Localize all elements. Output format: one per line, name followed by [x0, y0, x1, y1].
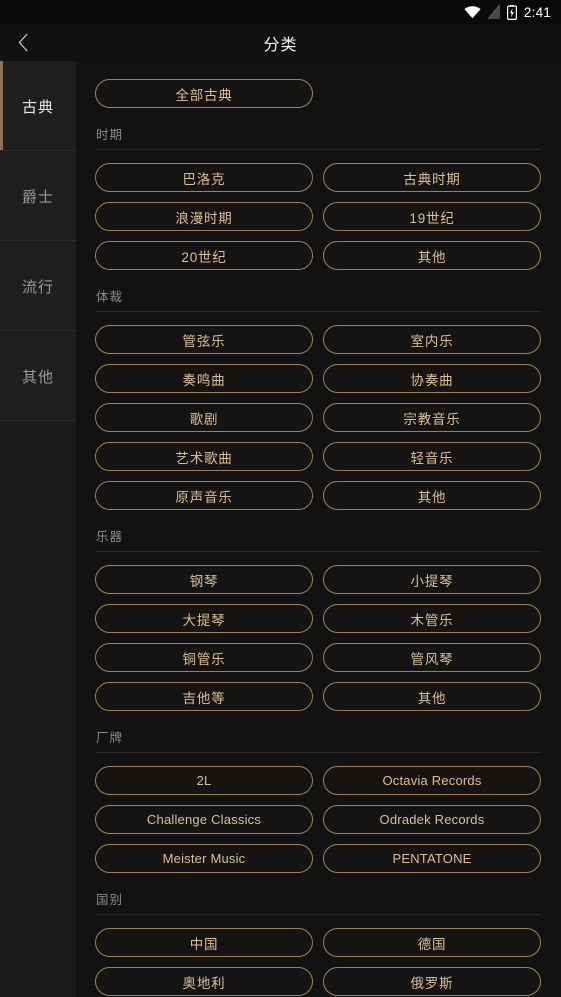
- section-divider: [95, 914, 541, 915]
- filter-sections: 时期 巴洛克 古典时期 浪漫时期 19世纪 20世纪 其他 体裁 管弦乐 室内乐 奏鸣曲 协奏曲 歌剧宗…: [95, 108, 541, 996]
- filter-chip[interactable]: 19世纪: [323, 202, 541, 231]
- filter-chip[interactable]: 钢琴: [95, 565, 313, 594]
- filter-chip[interactable]: 浪漫时期: [95, 202, 313, 231]
- section-divider: [95, 752, 541, 753]
- filter-chip[interactable]: 2L: [95, 766, 313, 795]
- filter-chip[interactable]: 小提琴: [323, 565, 541, 594]
- chevron-left-icon: [18, 33, 29, 52]
- filter-chip[interactable]: 原声音乐: [95, 481, 313, 510]
- sidebar-item-label: 其他: [21, 368, 54, 386]
- section-label: 体裁: [96, 290, 124, 304]
- filter-chip[interactable]: 室内乐: [323, 325, 541, 354]
- sidebar-item-pop[interactable]: 流行: [0, 241, 76, 331]
- page-title: 分类: [263, 36, 298, 54]
- sidebar-item-label: 爵士: [21, 188, 54, 206]
- section-chip-grid: 中国 德国 奥地利 俄罗斯: [95, 928, 541, 996]
- filter-chip[interactable]: Octavia Records: [323, 766, 541, 795]
- sidebar-filler: [0, 422, 76, 997]
- category-sidebar: 古典 爵士 流行 其他: [0, 61, 76, 997]
- filter-chip[interactable]: 歌剧: [95, 403, 313, 432]
- section-divider: [95, 311, 541, 312]
- all-classical-group: 全部古典: [95, 61, 541, 108]
- sidebar-item-other[interactable]: 其他: [0, 331, 76, 421]
- filter-chip[interactable]: 俄罗斯: [323, 967, 541, 996]
- section-label: 国别: [96, 893, 124, 907]
- filter-chip[interactable]: 德国: [323, 928, 541, 957]
- section-divider: [95, 551, 541, 552]
- section-chip-grid: 钢琴 小提琴 大提琴 木管乐 铜管乐 管风琴 吉他等 其他: [95, 565, 541, 711]
- sidebar-item-jazz[interactable]: 爵士: [0, 151, 76, 241]
- filter-chip[interactable]: 铜管乐: [95, 643, 313, 672]
- filter-chip[interactable]: Challenge Classics: [95, 805, 313, 834]
- section-label: 厂牌: [96, 731, 124, 745]
- filter-chip[interactable]: 其他: [323, 682, 541, 711]
- signal-off-icon: [487, 5, 500, 19]
- sidebar-item-label: 流行: [21, 278, 54, 296]
- section-label: 时期: [96, 128, 124, 142]
- filter-chip[interactable]: 古典时期: [323, 163, 541, 192]
- filter-chip[interactable]: 中国: [95, 928, 313, 957]
- section-chip-grid: 管弦乐 室内乐 奏鸣曲 协奏曲 歌剧 宗教音乐 艺术歌曲 轻音乐 原声音乐 其他: [95, 325, 541, 510]
- filter-panel: 全部古典 时期 巴洛克 古典时期 浪漫时期 19世纪 20世纪 其他 体裁 管弦乐 室内乐 奏鸣曲协…: [76, 61, 561, 997]
- status-bar: 2:41: [0, 0, 561, 24]
- filter-chip[interactable]: 其他: [323, 241, 541, 270]
- section-divider: [95, 149, 541, 150]
- filter-chip[interactable]: 吉他等: [95, 682, 313, 711]
- section-chip-grid: 巴洛克 古典时期 浪漫时期 19世纪 20世纪 其他: [95, 163, 541, 270]
- wifi-icon: [464, 5, 481, 19]
- filter-chip[interactable]: 木管乐: [323, 604, 541, 633]
- filter-chip[interactable]: 奥地利: [95, 967, 313, 996]
- filter-chip[interactable]: 巴洛克: [95, 163, 313, 192]
- app-bar: 分类: [0, 24, 561, 61]
- filter-chip[interactable]: Meister Music: [95, 844, 313, 873]
- filter-chip[interactable]: PENTATONE: [323, 844, 541, 873]
- filter-chip[interactable]: 20世纪: [95, 241, 313, 270]
- filter-chip[interactable]: 轻音乐: [323, 442, 541, 471]
- section-label: 乐器: [96, 530, 124, 544]
- filter-chip[interactable]: 其他: [323, 481, 541, 510]
- filter-chip[interactable]: Odradek Records: [323, 805, 541, 834]
- filter-chip[interactable]: 协奏曲: [323, 364, 541, 393]
- sidebar-item-classical[interactable]: 古典: [0, 61, 76, 151]
- filter-chip[interactable]: 奏鸣曲: [95, 364, 313, 393]
- filter-chip[interactable]: 管风琴: [323, 643, 541, 672]
- chip-all-classical[interactable]: 全部古典: [95, 79, 313, 108]
- battery-charging-icon: [506, 4, 517, 20]
- filter-chip[interactable]: 管弦乐: [95, 325, 313, 354]
- filter-chip[interactable]: 宗教音乐: [323, 403, 541, 432]
- section-chip-grid: 2L Octavia Records Challenge Classics Odrad…: [95, 766, 541, 873]
- filter-chip[interactable]: 大提琴: [95, 604, 313, 633]
- back-button[interactable]: [0, 24, 46, 61]
- status-clock: 2:41: [523, 4, 551, 20]
- sidebar-item-label: 古典: [21, 98, 54, 116]
- filter-chip[interactable]: 艺术歌曲: [95, 442, 313, 471]
- page-body: 古典 爵士 流行 其他 全部古典 时期 巴洛克 古典时期 浪漫时期 19世纪 20世纪 其他…: [0, 61, 561, 997]
